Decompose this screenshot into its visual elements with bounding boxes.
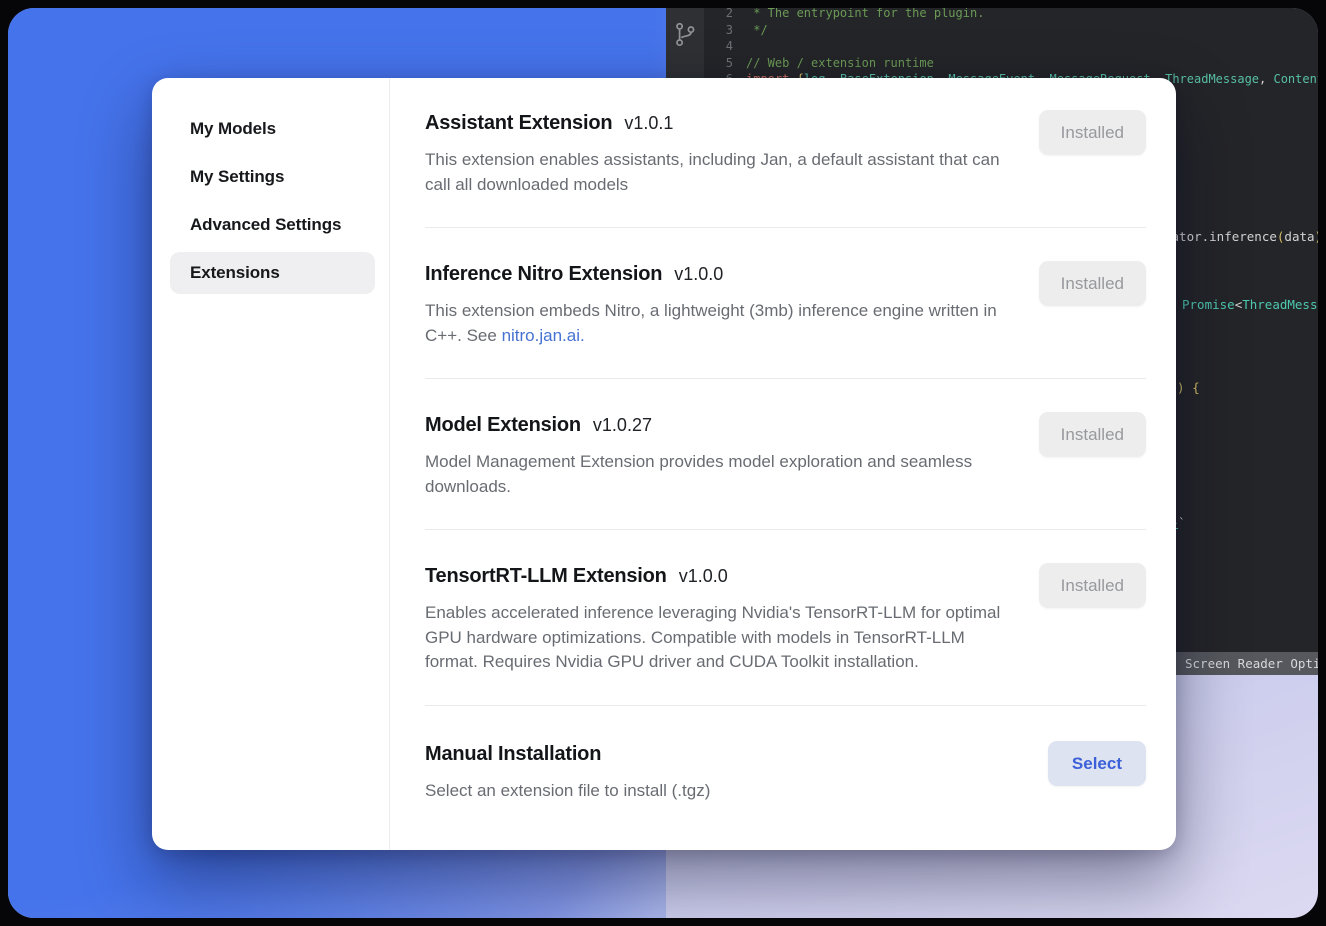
code-line: 4	[704, 38, 1318, 55]
extension-version: v1.0.1	[624, 110, 673, 136]
screen-reader-mode-badge[interactable]: Screen Reader Optimized	[1175, 652, 1318, 675]
installed-button[interactable]: Installed	[1039, 563, 1146, 608]
line-number: 4	[704, 38, 746, 55]
sidebar-item-advanced-settings[interactable]: Advanced Settings	[170, 204, 375, 246]
extension-description: Enables accelerated inference leveraging…	[425, 601, 1003, 675]
extension-row-model: Model Extension v1.0.27 Model Management…	[425, 379, 1146, 530]
extension-name: Model Extension	[425, 412, 581, 438]
code-fragment: rator.inference(data));	[1164, 229, 1318, 244]
extension-version: v1.0.0	[674, 261, 723, 287]
sidebar-item-my-models[interactable]: My Models	[170, 108, 375, 150]
extension-row-tensorrt: TensortRT-LLM Extension v1.0.0 Enables a…	[425, 530, 1146, 706]
installed-button[interactable]: Installed	[1039, 110, 1146, 155]
code-line: 5 // Web / extension runtime	[704, 55, 1318, 72]
extension-info: Model Extension v1.0.27 Model Management…	[425, 412, 1003, 499]
line-number: 5	[704, 55, 746, 72]
code-text: * The entrypoint for the plugin.	[746, 8, 984, 22]
page-canvas: 2 * The entrypoint for the plugin. 3 */ …	[8, 8, 1318, 918]
manual-installation-title: Manual Installation	[425, 741, 601, 767]
line-number: 2	[704, 8, 746, 22]
extension-info: TensortRT-LLM Extension v1.0.0 Enables a…	[425, 563, 1003, 675]
extension-info: Assistant Extension v1.0.1 This extensio…	[425, 110, 1003, 197]
line-number: 3	[704, 22, 746, 39]
installed-button[interactable]: Installed	[1039, 261, 1146, 306]
extension-version: v1.0.27	[593, 412, 652, 438]
code-fragment: Promise<ThreadMessage>	[1182, 297, 1318, 312]
description-text: This extension enables assistants, inclu…	[425, 150, 1000, 194]
extension-row-assistant: Assistant Extension v1.0.1 This extensio…	[425, 110, 1146, 228]
description-text: Model Management Extension provides mode…	[425, 452, 972, 496]
extension-name: Inference Nitro Extension	[425, 261, 662, 287]
code-text: */	[746, 22, 768, 39]
extension-description: This extension embeds Nitro, a lightweig…	[425, 299, 1003, 348]
extension-row-nitro: Inference Nitro Extension v1.0.0 This ex…	[425, 228, 1146, 379]
settings-sidebar: My Models My Settings Advanced Settings …	[152, 78, 390, 850]
code-lines: 2 * The entrypoint for the plugin. 3 */ …	[704, 8, 1318, 88]
code-line: 2 * The entrypoint for the plugin.	[704, 8, 1318, 22]
extension-description: This extension enables assistants, inclu…	[425, 148, 1003, 197]
source-control-icon[interactable]	[672, 20, 698, 53]
extensions-list: Assistant Extension v1.0.1 This extensio…	[390, 78, 1176, 850]
description-text: Enables accelerated inference leveraging…	[425, 603, 1000, 671]
nitro-jan-ai-link[interactable]: nitro.jan.ai.	[502, 326, 585, 345]
extension-info: Inference Nitro Extension v1.0.0 This ex…	[425, 261, 1003, 348]
extension-version: v1.0.0	[679, 563, 728, 589]
manual-installation-description: Select an extension file to install (.tg…	[425, 779, 710, 804]
manual-installation-info: Manual Installation Select an extension …	[425, 741, 710, 804]
installed-button[interactable]: Installed	[1039, 412, 1146, 457]
extension-name: Assistant Extension	[425, 110, 612, 136]
code-line: 3 */	[704, 22, 1318, 39]
extension-description: Model Management Extension provides mode…	[425, 450, 1003, 499]
select-file-button[interactable]: Select	[1048, 741, 1146, 786]
settings-panel: My Models My Settings Advanced Settings …	[152, 78, 1176, 850]
sidebar-item-my-settings[interactable]: My Settings	[170, 156, 375, 198]
extension-name: TensortRT-LLM Extension	[425, 563, 667, 589]
sidebar-item-extensions[interactable]: Extensions	[170, 252, 375, 294]
code-text: // Web / extension runtime	[746, 55, 934, 72]
manual-installation-row: Manual Installation Select an extension …	[425, 706, 1146, 831]
